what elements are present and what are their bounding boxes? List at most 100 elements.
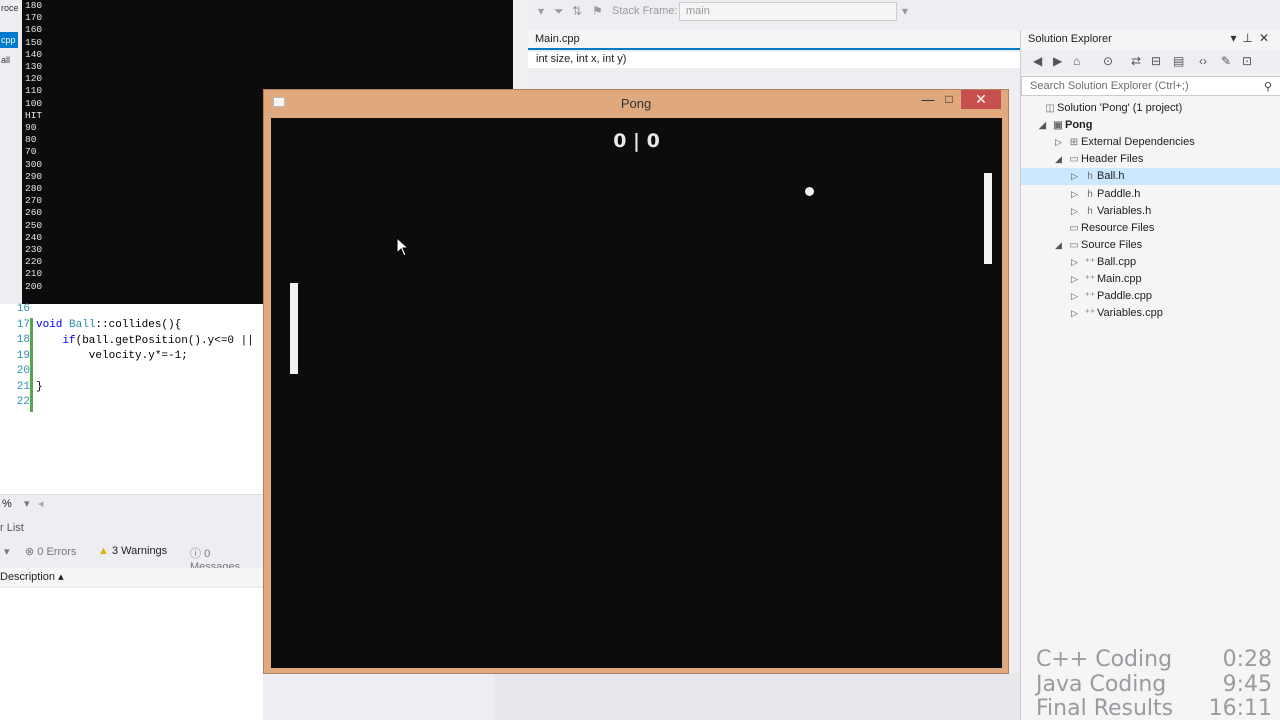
tree-item-label: Ball.cpp <box>1097 255 1137 268</box>
timing-overlay: C++ Coding 0:28 Java Coding 9:45 Final Resul… <box>1036 647 1272 720</box>
tree-item[interactable]: ▷ h Ball.h <box>1021 168 1280 186</box>
line-numbers: 16 17 18 19 20 21 22 <box>0 303 30 414</box>
console-window-extension <box>263 0 513 90</box>
game-canvas[interactable]: 0 | 0 <box>271 118 1002 668</box>
tree-item-label: Solution 'Pong' (1 project) <box>1057 102 1183 114</box>
console-line: 140 <box>25 48 43 60</box>
expanded-arrow-icon[interactable]: ◢ <box>1055 237 1067 254</box>
zoom-level[interactable]: % <box>2 498 12 510</box>
console-line: 170 <box>25 12 43 24</box>
sort-up-icon: ▴ <box>58 571 64 583</box>
maximize-button[interactable]: □ <box>939 92 959 112</box>
errors-filter[interactable]: ⊗ 0 Errors <box>25 545 76 558</box>
collapse-all-icon[interactable]: ⊟ <box>1151 54 1161 68</box>
tree-item[interactable]: ◢ ▣ Pong <box>1039 117 1093 134</box>
dropdown-icon[interactable]: ▾ <box>538 4 544 18</box>
pin-icon[interactable]: ⊥ <box>1242 31 1258 45</box>
mouse-cursor-icon <box>396 237 410 257</box>
filter-icon[interactable]: ⏷ <box>554 4 564 19</box>
description-label: Description <box>0 571 56 583</box>
header-file-icon: h <box>1087 188 1093 200</box>
line-number: 22 <box>16 396 30 408</box>
tab-fragment[interactable]: all <box>0 52 18 68</box>
code-editor[interactable]: 16 17 18 19 20 21 22 void Ball::collides(){ if… <box>0 303 263 494</box>
tree-item[interactable]: ▷ ⊞ External Dependencies <box>1055 134 1195 151</box>
tab-main-cpp[interactable]: Main.cpp <box>528 30 1020 50</box>
collapsed-arrow-icon[interactable]: ▷ <box>1071 305 1083 322</box>
code-line: velocity.y*=-1; <box>36 350 188 362</box>
error-list-panel: r List ▾ ⊗ 0 Errors ▲ 3 Warnings ⓘ 0 Mes… <box>0 520 263 720</box>
tree-item[interactable]: ◢ ▭ Source Files <box>1055 237 1142 254</box>
console-line: 180 <box>25 0 43 11</box>
console-window: 180 170 160 150 140 130 120 110 100 HIT 90 80 70 300 2… <box>0 0 263 304</box>
collapsed-arrow-icon[interactable]: ▷ <box>1071 254 1083 271</box>
back-icon[interactable]: ◀ <box>1033 54 1042 68</box>
close-icon[interactable]: ✕ <box>1259 31 1275 45</box>
console-scrollbar[interactable] <box>513 0 528 88</box>
tree-item[interactable]: ▷ ⁺⁺ Paddle.cpp <box>1071 288 1152 305</box>
console-line: 150 <box>25 36 43 48</box>
console-line: 160 <box>25 24 43 36</box>
stack-frame-select[interactable]: main <box>679 2 897 21</box>
minimize-button[interactable]: — <box>918 92 938 112</box>
solution-explorer: Solution Explorer ▾⊥✕ ◀ ▶ ⌂ ⊙ ⇄ ⊟ ▤ ‹› ✎… <box>1020 30 1280 720</box>
tree-item[interactable]: ◢ ▭ Header Files <box>1055 151 1143 168</box>
solution-explorer-toolbar: ◀ ▶ ⌂ ⊙ ⇄ ⊟ ▤ ‹› ✎ ⊡ <box>1021 50 1280 74</box>
chevron-down-icon[interactable]: ▾ <box>1230 31 1242 45</box>
code-text[interactable]: void Ball::collides(){ if(ball.getPositi… <box>36 318 254 411</box>
collapsed-arrow-icon[interactable]: ▷ <box>1055 134 1067 151</box>
show-all-files-icon[interactable]: ▤ <box>1173 54 1184 68</box>
error-list-body <box>0 588 263 720</box>
expanded-arrow-icon[interactable]: ◢ <box>1039 117 1051 134</box>
tab-selected[interactable]: cpp <box>0 32 18 48</box>
console-line: 70 <box>25 146 37 158</box>
collapsed-arrow-icon[interactable]: ▷ <box>1071 271 1083 288</box>
scroll-left-icon[interactable]: ◂ <box>38 497 44 510</box>
solution-search-input[interactable]: Search Solution Explorer (Ctrl+;) ⚲ <box>1021 76 1280 96</box>
preview-icon[interactable]: ⊡ <box>1242 54 1252 68</box>
pending-changes-icon[interactable]: ⊙ <box>1103 54 1113 68</box>
close-button[interactable]: ✕ <box>961 90 1001 109</box>
home-icon[interactable]: ⌂ <box>1073 54 1080 68</box>
solution-explorer-title: Solution Explorer <box>1028 33 1112 45</box>
flag-icon[interactable]: ⚑ <box>592 4 603 18</box>
warnings-filter[interactable]: ▲ 3 Warnings <box>98 545 167 557</box>
scope-dropdown-icon[interactable]: ▾ <box>4 545 10 558</box>
member-navigation-bar[interactable]: int size, int x, int y) <box>528 52 1020 68</box>
dependencies-icon: ⊞ <box>1069 137 1079 149</box>
collapsed-arrow-icon[interactable]: ▷ <box>1071 186 1083 203</box>
timing-value: 9:45 <box>1222 671 1272 697</box>
view-code-icon[interactable]: ‹› <box>1199 54 1207 68</box>
console-line: 90 <box>25 122 37 134</box>
expanded-arrow-icon[interactable]: ◢ <box>1055 151 1067 168</box>
thread-icon[interactable]: ⇅ <box>572 4 582 18</box>
console-line: HIT <box>25 109 43 121</box>
tree-item[interactable]: ▭ Resource Files <box>1055 220 1154 237</box>
chevron-down-icon[interactable]: ▾ <box>24 497 30 510</box>
tree-item[interactable]: ▷ h Paddle.h <box>1071 186 1140 203</box>
code-line: } <box>36 381 43 393</box>
tree-item[interactable]: ▷ ⁺⁺ Main.cpp <box>1071 271 1142 288</box>
tree-item[interactable]: ▷ ⁺⁺ Variables.cpp <box>1071 305 1163 322</box>
tab-fragment[interactable]: roce <box>0 0 18 16</box>
search-icon[interactable]: ⚲ <box>1264 80 1272 93</box>
overflow-icon[interactable]: ▾ <box>902 4 908 18</box>
sync-icon[interactable]: ⇄ <box>1131 54 1141 68</box>
collapsed-arrow-icon[interactable]: ▷ <box>1071 168 1083 185</box>
collapsed-arrow-icon[interactable]: ▷ <box>1071 203 1083 220</box>
collapsed-arrow-icon[interactable]: ▷ <box>1071 288 1083 305</box>
pong-window[interactable]: Pong — □ ✕ 0 | 0 <box>263 89 1009 674</box>
tree-item[interactable]: ▷ ⁺⁺ Ball.cpp <box>1071 254 1136 271</box>
pong-titlebar[interactable]: Pong — □ ✕ <box>264 90 1008 118</box>
forward-icon[interactable]: ▶ <box>1053 54 1062 68</box>
console-line: 290 <box>25 170 43 182</box>
tree-item[interactable]: ▷ h Variables.h <box>1071 203 1151 220</box>
cpp-file-icon: ⁺⁺ <box>1084 256 1096 268</box>
properties-icon[interactable]: ✎ <box>1221 54 1231 68</box>
tree-item[interactable]: ◫ Solution 'Pong' (1 project) <box>1031 100 1182 117</box>
console-line: 250 <box>25 219 43 231</box>
code-line: void Ball::collides(){ <box>36 319 182 331</box>
description-column-header[interactable]: Description ▴ <box>0 568 263 586</box>
tab-label: Main.cpp <box>535 33 580 45</box>
